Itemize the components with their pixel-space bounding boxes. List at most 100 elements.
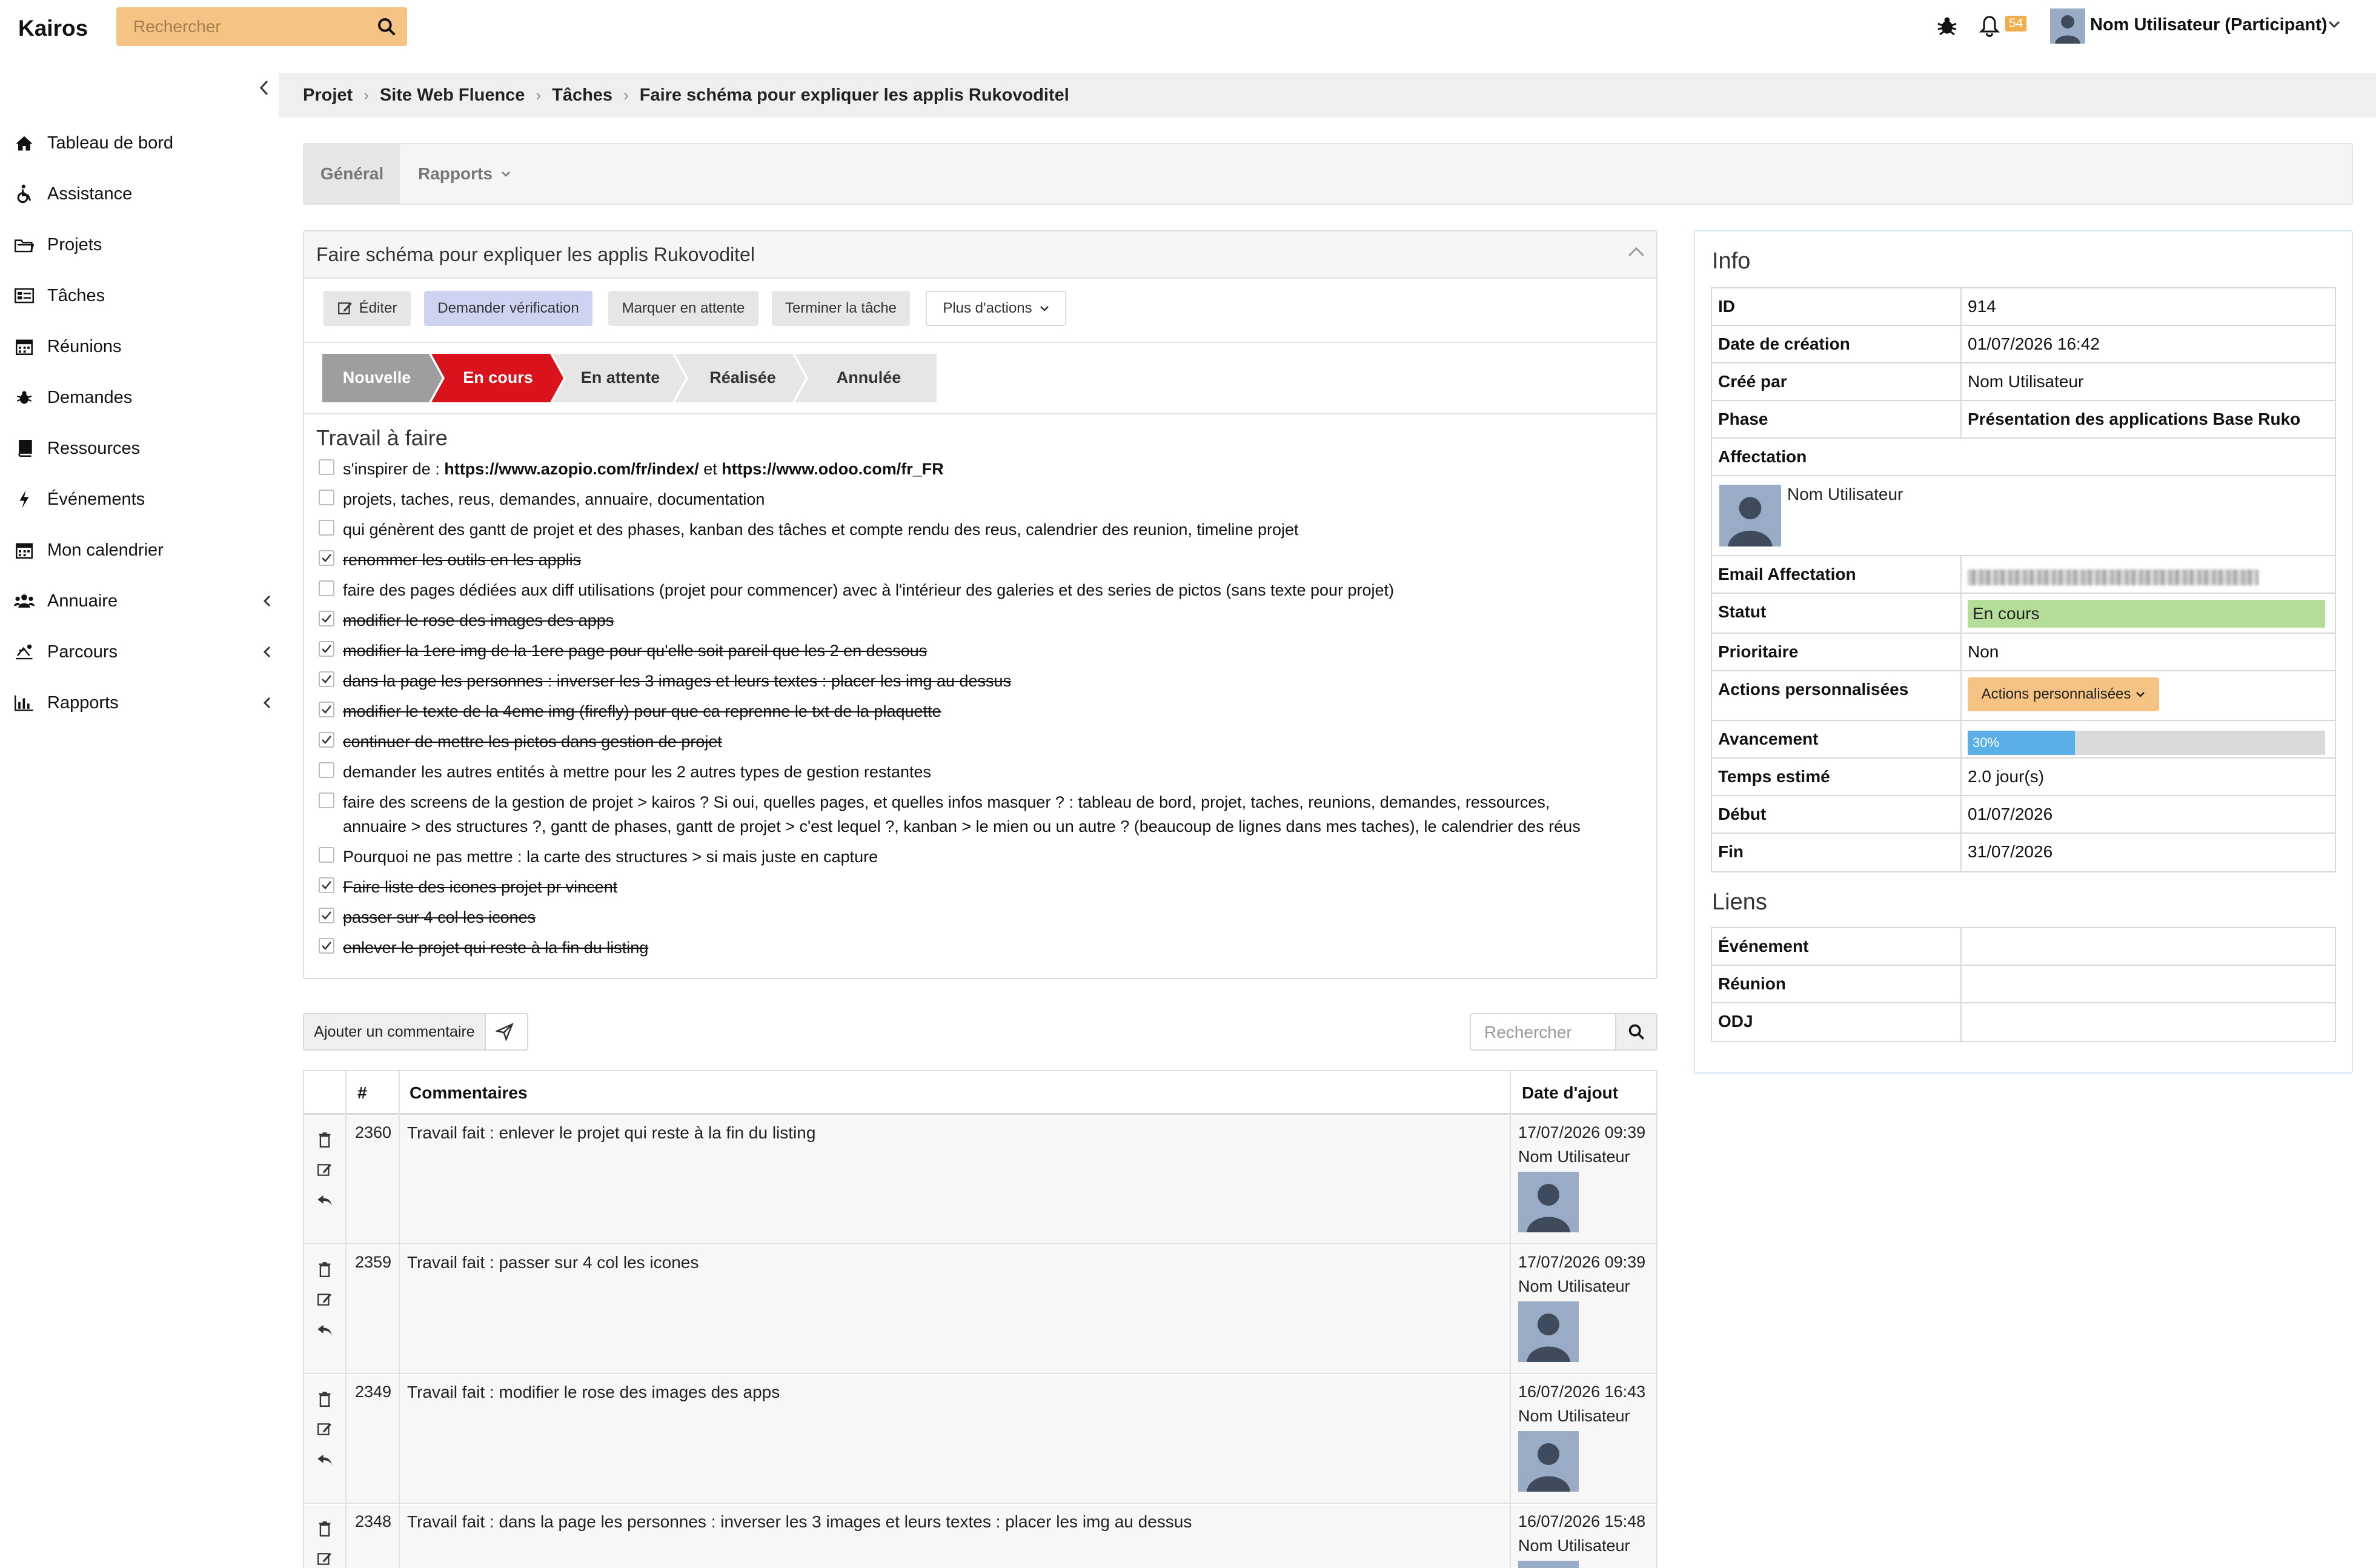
- sidebar-item-label: Événements: [47, 489, 145, 509]
- sidebar-item-directory[interactable]: Annuaire: [12, 588, 273, 614]
- sidebar-item-assistance[interactable]: Assistance: [12, 181, 273, 207]
- sidebar-item-requests[interactable]: Demandes: [12, 384, 273, 411]
- todo-checkbox-checked[interactable]: [319, 641, 334, 657]
- edit-icon[interactable]: [314, 1544, 336, 1568]
- sidebar-item-routes[interactable]: Parcours: [12, 639, 273, 665]
- more-actions-dropdown[interactable]: Plus d'actions: [926, 291, 1066, 326]
- info-row-start: Début 01/07/2026: [1712, 796, 2335, 834]
- todo-checkbox[interactable]: [319, 490, 334, 505]
- divider: [1960, 401, 1962, 437]
- todo-link[interactable]: https://www.odoo.com/fr_FR: [722, 460, 943, 478]
- todo-link[interactable]: https://www.azopio.com/fr/index/: [444, 460, 699, 478]
- trash-icon[interactable]: [314, 1384, 336, 1414]
- info-value[interactable]: Présentation des applications Base Ruko: [1968, 410, 2300, 429]
- todo-checkbox-checked[interactable]: [319, 671, 334, 687]
- bug-icon[interactable]: [1936, 15, 1958, 36]
- row-actions: [314, 1513, 336, 1568]
- sidebar-item-label: Projets: [47, 234, 102, 254]
- request-verification-button[interactable]: Demander vérification: [424, 291, 592, 326]
- chevron-left-icon[interactable]: [262, 696, 273, 710]
- sidebar-item-dashboard[interactable]: Tableau de bord: [12, 130, 273, 156]
- chevron-right-icon: ›: [536, 85, 542, 104]
- todo-checkbox-checked[interactable]: [319, 938, 334, 954]
- app-logo[interactable]: Kairos: [18, 16, 88, 41]
- finish-task-button[interactable]: Terminer la tâche: [772, 291, 910, 326]
- row-actions: [314, 1384, 336, 1475]
- comment-search-input[interactable]: Rechercher: [1470, 1013, 1658, 1051]
- breadcrumb-project[interactable]: Projet: [303, 85, 353, 105]
- column-header-num: #: [357, 1083, 367, 1102]
- search-icon[interactable]: [377, 17, 396, 36]
- add-comment-button[interactable]: Ajouter un commentaire: [303, 1013, 528, 1051]
- sidebar-item-label: Parcours: [47, 642, 118, 662]
- info-key: ODJ: [1718, 1012, 1753, 1031]
- todo-title: Travail à faire: [316, 425, 448, 450]
- info-key: Prioritaire: [1718, 642, 1799, 661]
- comment-date: 16/07/2026 16:43: [1518, 1383, 1646, 1401]
- custom-actions-dropdown[interactable]: Actions personnalisées: [1968, 677, 2159, 711]
- sidebar-collapse-icon[interactable]: [257, 79, 271, 97]
- info-row-estimate: Temps estimé 2.0 jour(s): [1712, 759, 2335, 796]
- sidebar-item-events[interactable]: Événements: [12, 486, 273, 513]
- tab-general[interactable]: Général: [304, 144, 400, 204]
- trash-icon[interactable]: [314, 1254, 336, 1284]
- edit-icon[interactable]: [314, 1414, 336, 1444]
- global-search-input[interactable]: Rechercher: [116, 7, 407, 46]
- table-row: 2359 Travail fait : passer sur 4 col les…: [304, 1246, 1656, 1374]
- breadcrumb-site[interactable]: Site Web Fluence: [380, 85, 525, 105]
- todo-checkbox[interactable]: [319, 459, 334, 475]
- sidebar-item-tasks[interactable]: Tâches: [12, 282, 273, 309]
- todo-checkbox-checked[interactable]: [319, 877, 334, 893]
- chevron-left-icon[interactable]: [262, 645, 273, 659]
- task-panel: Faire schéma pour expliquer les applis R…: [303, 230, 1658, 979]
- todo-text: projets, taches, reus, demandes, annuair…: [343, 490, 765, 508]
- mark-waiting-button[interactable]: Marquer en attente: [608, 291, 758, 326]
- info-key: Email Affectation: [1718, 565, 1856, 583]
- todo-checkbox[interactable]: [319, 792, 334, 808]
- bolt-icon: [12, 487, 36, 511]
- column-header-comments: Commentaires: [410, 1083, 528, 1102]
- todo-checkbox-checked[interactable]: [319, 611, 334, 626]
- todo-item: modifier la 1ere img de la 1ere page pou…: [319, 639, 927, 663]
- todo-checkbox[interactable]: [319, 580, 334, 596]
- projects-icon: [12, 233, 36, 257]
- tab-reports[interactable]: Rapports: [418, 144, 511, 204]
- trash-icon[interactable]: [314, 1513, 336, 1544]
- todo-checkbox-checked[interactable]: [319, 908, 334, 923]
- chevron-up-icon[interactable]: [1627, 246, 1645, 258]
- edit-icon[interactable]: [314, 1155, 336, 1185]
- divider: [1960, 966, 1962, 1002]
- todo-text: passer sur 4 col les icones: [343, 908, 536, 926]
- chevron-left-icon[interactable]: [262, 594, 273, 608]
- todo-item: qui génèrent des gantt de projet et des …: [319, 517, 1299, 542]
- info-key: Fin: [1718, 842, 1744, 861]
- sidebar-item-resources[interactable]: Ressources: [12, 435, 273, 462]
- todo-checkbox[interactable]: [319, 762, 334, 778]
- reply-icon[interactable]: [314, 1444, 336, 1475]
- todo-checkbox[interactable]: [319, 520, 334, 536]
- sidebar-item-meetings[interactable]: Réunions: [12, 333, 273, 360]
- todo-item: enlever le projet qui reste à la fin du …: [319, 935, 648, 960]
- sidebar-item-projects[interactable]: Projets: [12, 231, 273, 258]
- trash-icon[interactable]: [314, 1125, 336, 1155]
- bell-icon[interactable]: [1979, 15, 2000, 38]
- sidebar-item-my-calendar[interactable]: Mon calendrier: [12, 537, 273, 563]
- comment-text: Travail fait : modifier le rose des imag…: [407, 1383, 780, 1401]
- search-button[interactable]: [1615, 1014, 1656, 1049]
- todo-checkbox-checked[interactable]: [319, 550, 334, 566]
- todo-checkbox-checked[interactable]: [319, 732, 334, 748]
- user-menu-label[interactable]: Nom Utilisateur (Participant): [2090, 15, 2328, 35]
- edit-button[interactable]: Éditer: [324, 291, 411, 326]
- comment-author: Nom Utilisateur: [1518, 1148, 1630, 1166]
- sidebar-item-reports[interactable]: Rapports: [12, 689, 273, 716]
- todo-checkbox[interactable]: [319, 847, 334, 863]
- reply-icon[interactable]: [314, 1315, 336, 1345]
- info-panel: Info ID 914 Date de création 01/07/2026 …: [1694, 230, 2353, 1074]
- todo-checkbox-checked[interactable]: [319, 702, 334, 717]
- reply-icon[interactable]: [314, 1185, 336, 1215]
- user-avatar[interactable]: [2050, 8, 2085, 44]
- chevron-down-icon[interactable]: [2328, 19, 2341, 29]
- breadcrumb-tasks[interactable]: Tâches: [552, 85, 612, 105]
- info-key: ID: [1718, 297, 1735, 316]
- edit-icon[interactable]: [314, 1284, 336, 1315]
